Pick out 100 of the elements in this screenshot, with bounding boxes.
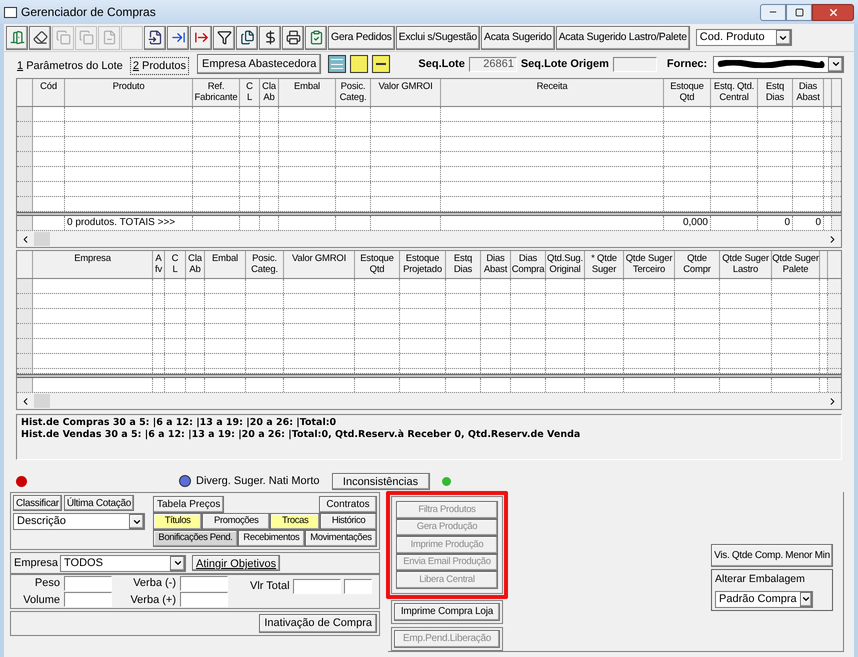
tab[interactable]: 2 Produtos	[130, 57, 190, 75]
column-header[interactable]: Estq Dias	[446, 251, 481, 278]
column-header[interactable]: Dias Abast	[481, 251, 511, 278]
vis-qtde-button[interactable]: Vis. Qtde Comp. Menor Min	[711, 544, 833, 567]
info-button[interactable]: Histórico	[320, 513, 377, 530]
info-button[interactable]: Recebimentos	[238, 530, 305, 547]
row-header[interactable]	[17, 152, 33, 166]
column-header[interactable]: Estq Dias	[758, 79, 793, 106]
row-header[interactable]	[17, 354, 33, 368]
column-header[interactable]: C L	[240, 79, 260, 106]
scroll-thumb[interactable]	[34, 232, 50, 246]
column-header[interactable]: C L	[165, 251, 186, 278]
column-header[interactable]: Produto	[65, 79, 193, 106]
empresa-label: Empresa	[14, 556, 58, 571]
list-view-icon[interactable]	[328, 55, 346, 73]
embalagem-combo[interactable]: Padrão Compra	[715, 590, 813, 608]
column-header[interactable]: * Qtde Suger	[585, 251, 624, 278]
layout-view-icon[interactable]	[350, 55, 368, 73]
close-button[interactable]	[812, 4, 854, 20]
row-header[interactable]	[17, 182, 33, 196]
column-header[interactable]: Qtde Suger Palete	[772, 251, 820, 278]
column-header[interactable]: Valor GMROI	[284, 251, 355, 278]
globe-icon	[179, 475, 191, 487]
sort-combo[interactable]: Descrição	[13, 513, 145, 530]
row-header[interactable]	[17, 197, 33, 211]
row-header[interactable]	[17, 279, 33, 293]
column-header[interactable]: Qtde Compr	[675, 251, 720, 278]
column-header[interactable]: Embal	[205, 251, 246, 278]
column-header[interactable]: Estoque Qtd	[355, 251, 400, 278]
row-header[interactable]	[17, 137, 33, 151]
order-combo[interactable]: Cod. Produto	[696, 29, 792, 46]
column-header[interactable]: Posic. Categ.	[246, 251, 284, 278]
toolbar-text-button[interactable]: Gera Pedidos	[328, 26, 395, 50]
scroll-thumb[interactable]	[34, 394, 50, 408]
column-header[interactable]: Dias Compra	[511, 251, 546, 278]
row-header[interactable]	[17, 309, 33, 323]
history-line: Hist.de Vendas 30 a 5: |6 a 12: |13 a 19: |20 a 26: |Total:0, Qtd.Reserv.à Receber 0, Qtd.Reserv.de Venda	[21, 429, 582, 441]
column-header[interactable]: Cla Ab	[186, 251, 205, 278]
row-header[interactable]	[17, 324, 33, 338]
row-header[interactable]	[17, 294, 33, 308]
column-header[interactable]: Embal	[279, 79, 336, 106]
imprime-compra-button[interactable]: Imprime Compra Loja	[394, 602, 500, 620]
volume-field[interactable]	[64, 592, 112, 607]
vlr-total-field[interactable]	[292, 578, 341, 594]
empresa-abastecedora-button[interactable]: Empresa Abastecedora	[197, 54, 322, 74]
toolbar-text-button[interactable]: Acata Sugerido Lastro/Palete	[556, 26, 690, 50]
toolbar-button[interactable]	[144, 26, 166, 50]
contratos-button[interactable]: Contratos	[319, 496, 377, 513]
verba-minus-field[interactable]	[180, 576, 228, 591]
seq-lote-origem-field[interactable]	[612, 56, 657, 72]
tab[interactable]: 1 Parâmetros do Lote	[14, 57, 126, 75]
column-header[interactable]: Receita	[441, 79, 664, 106]
split-view-icon[interactable]	[372, 55, 390, 73]
tabela-precos-button[interactable]: Tabela Preços	[153, 496, 224, 513]
info-button[interactable]: Movimentações	[304, 530, 377, 547]
empresa-combo[interactable]: TODOS	[60, 554, 186, 572]
inconsistencies-button[interactable]: Inconsistências	[332, 472, 430, 490]
door-icon	[10, 30, 24, 45]
column-header[interactable]: Estq. Qtd. Central	[711, 79, 758, 106]
atingir-objetivos-button[interactable]: Atingir Objetivos	[192, 555, 280, 571]
info-button[interactable]: Bonificações Pend.	[153, 530, 238, 547]
row-header[interactable]	[17, 107, 33, 121]
seq-lote-field[interactable]: 26861	[468, 56, 517, 72]
fornec-combo[interactable]	[713, 56, 844, 72]
toolbar-button[interactable]	[213, 26, 235, 50]
peso-field[interactable]	[64, 576, 112, 591]
sort-button[interactable]: Classificar	[13, 495, 62, 511]
column-header[interactable]: Estoque Projetado	[400, 251, 446, 278]
toolbar-text-button[interactable]: Exclui s/Sugestão	[396, 26, 480, 50]
toolbar-button[interactable]	[259, 26, 281, 50]
column-header[interactable]: Qtde Suger Terceiro	[624, 251, 675, 278]
column-header[interactable]: Empresa	[33, 251, 153, 278]
inativacao-button[interactable]: Inativação de Compra	[259, 614, 377, 633]
toolbar-button[interactable]	[236, 26, 258, 50]
table-cell: 0,000	[664, 216, 711, 230]
column-header[interactable]: Valor GMROI	[371, 79, 441, 106]
row-header[interactable]	[17, 369, 33, 373]
info-button[interactable]: Trocas	[270, 513, 320, 530]
row-header[interactable]	[17, 167, 33, 181]
column-header[interactable]: Qtd.Sug. Original	[546, 251, 585, 278]
row-header[interactable]	[17, 122, 33, 136]
column-header[interactable]: Dias Abast	[793, 79, 824, 106]
column-header[interactable]: Posic. Categ.	[336, 79, 371, 106]
maximize-button[interactable]	[786, 4, 812, 20]
verba-plus-field[interactable]	[180, 592, 228, 607]
vlr-total-extra-field[interactable]	[344, 578, 372, 594]
info-button[interactable]: Títulos	[153, 513, 202, 530]
toolbar-text-button[interactable]: Acata Sugerido	[480, 26, 555, 50]
toolbar-button[interactable]	[29, 26, 51, 50]
toolbar-button[interactable]	[282, 26, 304, 50]
column-header[interactable]: Cód	[33, 79, 65, 106]
column-header[interactable]: Cla Ab	[260, 79, 279, 106]
sort-button[interactable]: Última Cotação	[64, 495, 134, 511]
row-header[interactable]	[17, 339, 33, 353]
info-button[interactable]: Promoções	[202, 513, 270, 530]
column-header[interactable]: Ref. Fabricante	[193, 79, 240, 106]
column-header[interactable]: A fv	[153, 251, 165, 278]
column-header[interactable]: Estoque Qtd	[664, 79, 711, 106]
toolbar-button[interactable]	[167, 26, 189, 50]
column-header[interactable]: Qtde Suger Lastro	[720, 251, 772, 278]
